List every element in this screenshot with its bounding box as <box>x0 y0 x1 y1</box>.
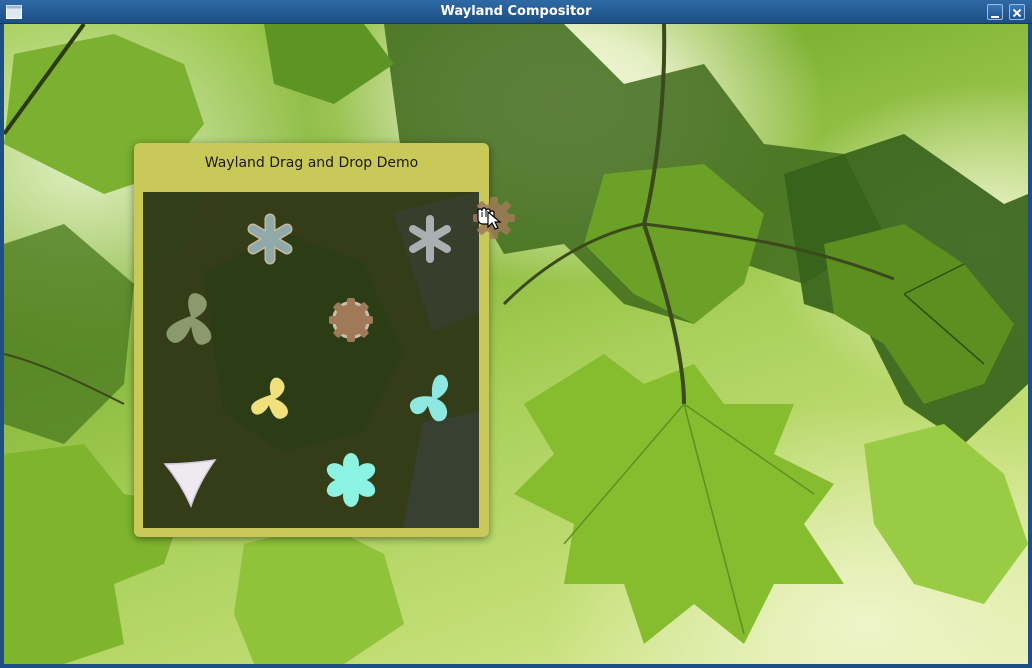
close-button[interactable] <box>1009 4 1025 20</box>
dnd-item-gear[interactable] <box>329 298 373 342</box>
dnd-item-trefoil-cyan[interactable] <box>409 374 449 422</box>
minimize-button[interactable] <box>987 4 1003 20</box>
minimize-icon <box>991 16 999 18</box>
dragged-gear-item[interactable] <box>472 196 516 240</box>
dnd-item-triangle[interactable] <box>163 459 217 509</box>
drop-area[interactable] <box>143 192 479 528</box>
drag-drop-demo-window[interactable]: Wayland Drag and Drop Demo <box>134 143 489 537</box>
item-canvas <box>143 192 479 528</box>
close-icon <box>1012 8 1022 18</box>
compositor-window: Wayland Compositor Wayland Drag and Drop… <box>0 0 1032 668</box>
dnd-item-flower[interactable] <box>324 453 379 507</box>
title-bar[interactable]: Wayland Compositor <box>0 0 1032 24</box>
window-title: Wayland Compositor <box>440 4 592 19</box>
desktop-background: Wayland Drag and Drop Demo <box>4 24 1028 664</box>
demo-window-title: Wayland Drag and Drop Demo <box>204 155 419 171</box>
dnd-item-trefoil-olive[interactable] <box>166 293 212 345</box>
